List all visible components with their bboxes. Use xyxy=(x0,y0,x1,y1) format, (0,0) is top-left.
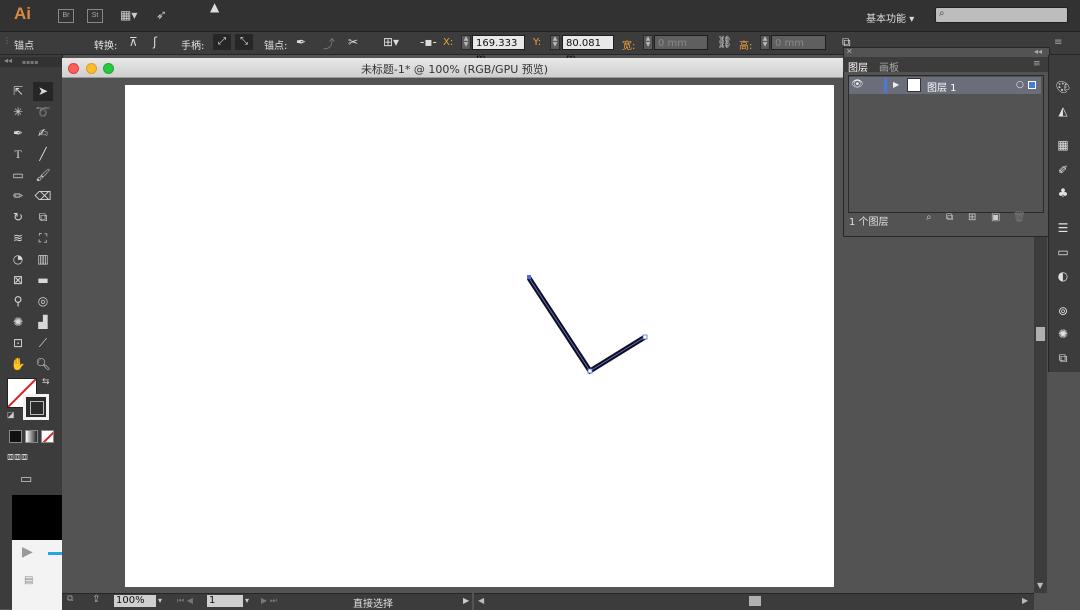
share-icon[interactable]: ⇪ xyxy=(92,594,100,605)
layer-count: 1 个图层 xyxy=(849,217,889,228)
layers-panel-tabs xyxy=(843,57,1048,72)
graphic-styles-icon[interactable]: ✺ xyxy=(1054,326,1072,342)
make-clipping-mask-icon[interactable]: ⧉ xyxy=(946,212,953,223)
tab-artboards[interactable]: 画板 xyxy=(879,59,899,74)
selected-anchor-point xyxy=(527,275,531,279)
expand-layer-icon[interactable]: ▶ xyxy=(893,80,899,89)
visibility-eye-icon[interactable]: 👁︎ xyxy=(851,79,864,90)
horizontal-scroll-thumb[interactable] xyxy=(749,596,761,606)
close-panel-icon[interactable]: ✕ xyxy=(846,47,853,56)
symbols-panel-icon[interactable]: ♣ xyxy=(1054,185,1072,201)
scroll-down-icon[interactable]: ▼ xyxy=(1037,581,1043,590)
cc-libraries-icon[interactable]: ⧉ xyxy=(67,594,73,604)
layer-thumbnail xyxy=(907,78,921,92)
scroll-right-icon[interactable]: ▶ xyxy=(1022,596,1028,605)
zoom-field[interactable]: 100% xyxy=(114,595,156,607)
layers-list xyxy=(848,75,1044,213)
swatches-panel-icon[interactable]: ▦ xyxy=(1054,137,1072,153)
scroll-left-icon[interactable]: ◀ xyxy=(478,596,484,605)
drawn-path xyxy=(526,276,647,375)
delete-layer-icon[interactable]: 🗑︎ xyxy=(1013,212,1026,223)
new-sublayer-icon[interactable]: ⊞ xyxy=(968,212,976,223)
tab-layers[interactable]: 图层 xyxy=(848,59,868,74)
gradient-panel-icon[interactable]: ▭ xyxy=(1054,244,1072,260)
layer-color-indicator xyxy=(884,78,887,93)
appearance-panel-icon[interactable]: ⊚ xyxy=(1054,303,1072,319)
path-selection-outline xyxy=(528,277,646,372)
artboard-number-field[interactable]: 1 xyxy=(207,595,243,607)
status-text[interactable]: 直接选择 xyxy=(353,595,393,610)
asset-export-icon[interactable]: ⧉ xyxy=(1054,350,1072,366)
vertical-scroll-thumb[interactable] xyxy=(1036,327,1045,341)
layer-name[interactable]: 图层 1 xyxy=(927,79,957,94)
color-guide-icon[interactable]: ◭ xyxy=(1054,103,1072,119)
artboard-dropdown-icon[interactable]: ▾ xyxy=(245,596,249,605)
first-artboard-icon[interactable]: ⏮ ◀ xyxy=(177,596,193,606)
transparency-panel-icon[interactable]: ◐ xyxy=(1054,268,1072,284)
zoom-dropdown-icon[interactable]: ▾ xyxy=(158,596,162,605)
anchor-point xyxy=(587,368,593,374)
brushes-panel-icon[interactable]: ✐ xyxy=(1054,162,1072,178)
status-menu-icon[interactable]: ▶ xyxy=(463,596,469,605)
selection-indicator[interactable] xyxy=(1028,81,1036,89)
anchor-point xyxy=(642,334,648,340)
new-layer-icon[interactable]: ▣ xyxy=(991,212,1000,223)
panel-menu-icon[interactable]: ≡ xyxy=(1033,59,1041,69)
collapse-panel-icon[interactable]: ◂◂ xyxy=(1034,47,1042,56)
locate-object-icon[interactable]: ⌕ xyxy=(926,212,932,223)
target-icon[interactable]: ○ xyxy=(1016,80,1024,90)
stroke-panel-icon[interactable]: ☰ xyxy=(1054,220,1072,236)
next-artboard-icon[interactable]: ▶ ⏭ xyxy=(261,596,277,606)
color-panel-icon[interactable]: 🎨︎ xyxy=(1054,79,1072,95)
